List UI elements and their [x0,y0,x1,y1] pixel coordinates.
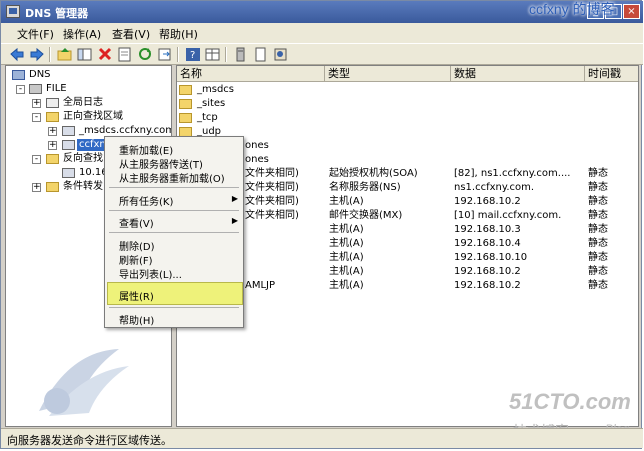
menu-item-delete[interactable]: 删除(D) [119,238,155,253]
zone-icon [62,140,75,150]
list-row[interactable]: 主机(A) 192.168.10.2 静态 [177,265,638,279]
column-data[interactable]: 数据 [451,66,585,82]
dns-app-icon [6,5,20,18]
document-icon[interactable] [253,47,269,62]
collapse-icon[interactable]: - [32,155,41,164]
dns-manager-window: DNS 管理器 _ □ × ccfxny 的博客 文件(F) 操作(A) 查看(… [0,0,643,449]
folder-icon [179,99,192,109]
list-row[interactable]: 文件夹相同) 邮件交换器(MX) [10] mail.ccfxny.com. 静… [177,209,638,223]
menu-item-all-tasks[interactable]: 所有任务(K) [119,193,173,208]
list-row[interactable]: ones [177,153,638,167]
menu-item-view[interactable]: 查看(V) [119,215,154,230]
show-tree-icon[interactable] [77,47,93,62]
status-text: 向服务器发送命令进行区域传送。 [7,434,172,447]
back-icon[interactable] [9,47,25,62]
folder-icon [46,182,59,192]
zone-icon [62,168,75,178]
list-row[interactable]: _msdcs [177,83,638,97]
menu-item-reload[interactable]: 重新加载(E) [119,142,173,157]
menu-bar: 文件(F) 操作(A) 查看(V) 帮助(H) [1,23,643,43]
menu-item-refresh[interactable]: 刷新(F) [119,252,153,267]
delete-icon[interactable] [97,47,113,62]
menu-separator [109,210,239,211]
menu-item-properties[interactable]: 属性(R) [119,288,154,303]
window-title: DNS 管理器 [25,7,89,20]
toolbar: ? [1,43,643,65]
folder-icon [46,154,59,164]
union-logo-watermark [29,341,139,431]
column-name[interactable]: 名称 [177,66,325,82]
folder-icon [46,112,59,122]
dns-icon [12,70,25,80]
list-row[interactable]: 主机(A) 192.168.10.3 静态 [177,223,638,237]
submenu-arrow-icon: ▶ [231,216,238,225]
blog-watermark-top: ccfxny 的博客 [529,1,615,17]
column-timestamp[interactable]: 时间戳 [585,66,638,82]
list-row[interactable]: 主机(A) 192.168.10.10 静态 [177,251,638,265]
list-row[interactable]: _udp [177,125,638,139]
context-menu: 重新加载(E) 从主服务器传送(T) 从主服务器重新加载(O) 所有任务(K) … [104,136,244,328]
help-icon[interactable]: ? [185,47,201,62]
list-row[interactable]: 文件夹相同) 名称服务器(NS) ns1.ccfxny.com. 静态 [177,181,638,195]
collapse-icon[interactable]: - [16,85,25,94]
refresh-icon[interactable] [137,47,153,62]
menu-action[interactable]: 操作(A) [63,26,101,42]
server-icon [29,84,42,94]
list-row[interactable]: 主机(A) 192.168.10.4 静态 [177,237,638,251]
menu-item-transfer-from-master[interactable]: 从主服务器传送(T) [119,156,203,171]
menu-file[interactable]: 文件(F) [17,26,54,42]
list-row[interactable]: _sites [177,97,638,111]
site-watermark: 51CTO.com [509,389,631,414]
menu-help[interactable]: 帮助(H) [159,26,198,42]
menu-view[interactable]: 查看(V) [112,26,150,42]
zone-icon[interactable] [273,47,289,62]
properties-icon[interactable] [117,47,133,62]
forward-icon[interactable] [29,47,45,62]
folder-icon [179,85,192,95]
menu-separator [109,232,239,233]
menu-separator [109,187,239,188]
close-icon[interactable]: × [623,4,640,19]
menu-item-reload-from-master[interactable]: 从主服务器重新加载(O) [119,170,225,185]
expand-icon[interactable]: + [48,127,57,136]
expand-icon[interactable]: + [48,141,57,150]
server-icon[interactable] [233,47,249,62]
menu-item-export-list[interactable]: 导出列表(L)... [119,266,182,281]
zone-icon [62,126,75,136]
list-row[interactable]: AMLJP 主机(A) 192.168.10.2 静态 [177,279,638,293]
folder-icon [179,113,192,123]
column-type[interactable]: 类型 [325,66,451,82]
list-row[interactable]: ones [177,139,638,153]
grid-icon[interactable] [205,47,221,62]
up-folder-icon[interactable] [57,47,73,62]
menu-separator [109,307,239,308]
expand-icon[interactable]: + [32,183,41,192]
expand-icon[interactable]: + [32,99,41,108]
submenu-arrow-icon: ▶ [231,194,238,203]
log-icon [46,98,59,108]
list-row[interactable]: 文件夹相同) 起始授权机构(SOA) [82], ns1.ccfxny.com.… [177,167,638,181]
list-row[interactable]: 文件夹相同) 主机(A) 192.168.10.2 静态 [177,195,638,209]
export-list-icon[interactable] [157,47,173,62]
svg-text:?: ? [190,50,195,61]
collapse-icon[interactable]: - [32,113,41,122]
menu-item-help[interactable]: 帮助(H) [119,312,154,327]
results-list[interactable]: 名称 类型 数据 时间戳 _msdcs _sites _tcp _udp one… [176,65,639,427]
status-bar: 向服务器发送命令进行区域传送。 [1,428,643,448]
list-row[interactable]: _tcp [177,111,638,125]
